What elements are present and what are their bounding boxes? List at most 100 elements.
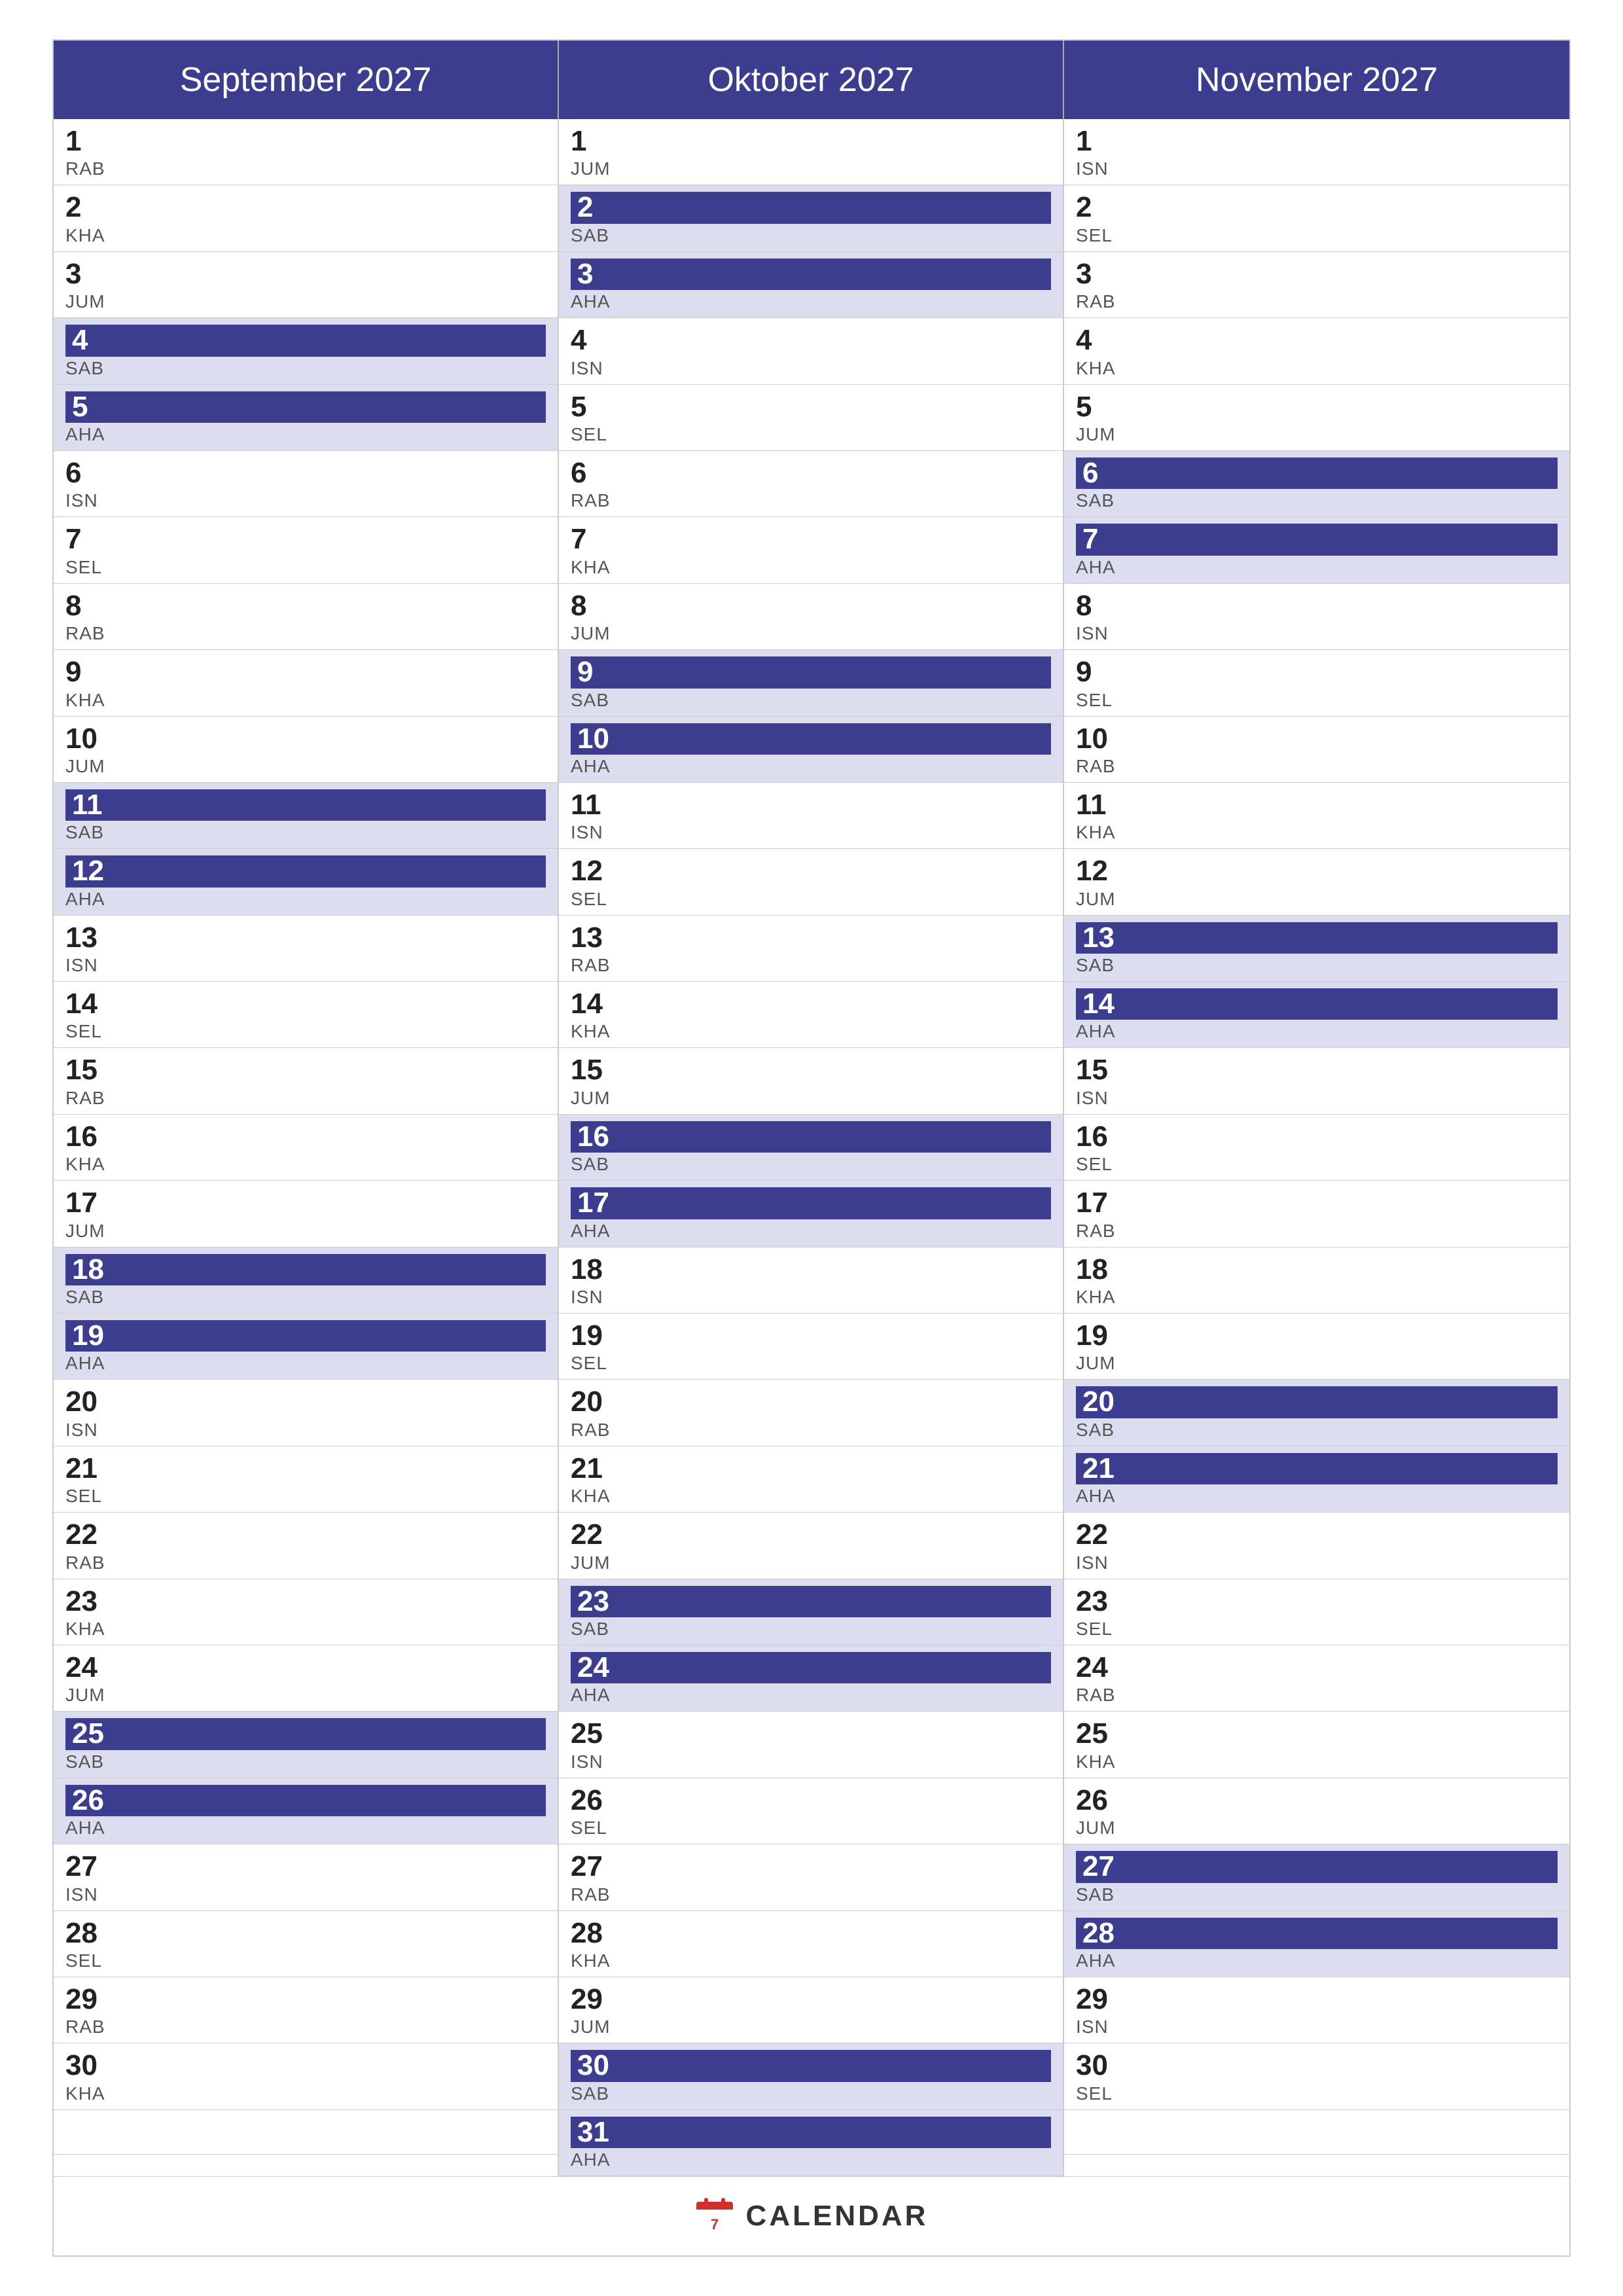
day-number: 14 — [571, 988, 1051, 1020]
day-number: 29 — [571, 1984, 1051, 2015]
day-label: JUM — [571, 1088, 1051, 1109]
day-number: 20 — [1076, 1386, 1558, 1418]
empty-cell — [1064, 2110, 1569, 2155]
day-cell: 28AHA — [1064, 1911, 1569, 1977]
day-label: AHA — [571, 291, 1051, 312]
day-number: 29 — [1076, 1984, 1558, 2015]
day-number: 21 — [571, 1453, 1051, 1484]
day-label: JUM — [571, 1552, 1051, 1573]
day-cell: 29JUM — [559, 1977, 1063, 2043]
day-number: 13 — [65, 922, 546, 954]
day-cell: 8RAB — [54, 584, 558, 650]
day-cell: 22JUM — [559, 1513, 1063, 1579]
day-cell: 11ISN — [559, 783, 1063, 849]
day-number: 19 — [571, 1320, 1051, 1352]
day-cell: 11SAB — [54, 783, 558, 849]
day-number: 29 — [65, 1984, 546, 2015]
day-label: JUM — [1076, 889, 1558, 910]
day-label: RAB — [1076, 1685, 1558, 1706]
day-number: 8 — [571, 590, 1051, 622]
day-number: 23 — [65, 1586, 546, 1617]
month-col-sep: 1RAB2KHA3JUM4SAB5AHA6ISN7SEL8RAB9KHA10JU… — [54, 119, 559, 2176]
day-label: RAB — [65, 1088, 546, 1109]
day-label: SAB — [65, 1751, 546, 1772]
day-label: RAB — [1076, 1221, 1558, 1242]
day-label: SEL — [1076, 690, 1558, 711]
day-cell: 24RAB — [1064, 1645, 1569, 1712]
day-label: RAB — [1076, 756, 1558, 777]
day-label: SAB — [571, 1619, 1051, 1640]
day-number: 17 — [65, 1187, 546, 1219]
day-label: KHA — [571, 1021, 1051, 1042]
day-number: 28 — [1076, 1918, 1558, 1949]
day-number: 27 — [65, 1851, 546, 1882]
day-label: RAB — [65, 1552, 546, 1573]
day-number: 14 — [1076, 988, 1558, 1020]
day-label: ISN — [1076, 158, 1558, 179]
day-cell: 2KHA — [54, 185, 558, 251]
day-label: KHA — [65, 1619, 546, 1640]
day-number: 20 — [571, 1386, 1051, 1418]
day-cell: 29RAB — [54, 1977, 558, 2043]
day-label: KHA — [571, 557, 1051, 578]
day-cell: 9SEL — [1064, 650, 1569, 716]
day-cell: 24JUM — [54, 1645, 558, 1712]
day-number: 7 — [571, 524, 1051, 555]
day-label: SEL — [65, 1486, 546, 1507]
day-label: SEL — [1076, 1619, 1558, 1640]
day-number: 27 — [571, 1851, 1051, 1882]
day-cell: 13ISN — [54, 916, 558, 982]
day-number: 26 — [65, 1785, 546, 1816]
day-cell: 21SEL — [54, 1446, 558, 1513]
day-label: RAB — [571, 1420, 1051, 1441]
day-label: RAB — [571, 1884, 1051, 1905]
day-number: 12 — [571, 855, 1051, 887]
day-cell: 13RAB — [559, 916, 1063, 982]
day-number: 2 — [571, 192, 1051, 223]
day-label: SAB — [571, 690, 1051, 711]
day-label: SAB — [571, 225, 1051, 246]
day-number: 25 — [1076, 1718, 1558, 1749]
day-number: 14 — [65, 988, 546, 1020]
day-cell: 15ISN — [1064, 1048, 1569, 1114]
day-label: ISN — [1076, 1088, 1558, 1109]
day-number: 4 — [65, 325, 546, 356]
day-cell: 3RAB — [1064, 252, 1569, 318]
day-number: 9 — [65, 656, 546, 688]
day-number: 19 — [1076, 1320, 1558, 1352]
day-label: AHA — [65, 1353, 546, 1374]
day-number: 7 — [1076, 524, 1558, 555]
day-label: AHA — [571, 2149, 1051, 2170]
day-number: 22 — [1076, 1519, 1558, 1551]
day-cell: 3JUM — [54, 252, 558, 318]
day-label: KHA — [1076, 358, 1558, 379]
day-number: 10 — [571, 723, 1051, 755]
day-cell: 12AHA — [54, 849, 558, 915]
day-cell: 7KHA — [559, 517, 1063, 583]
day-label: ISN — [571, 1287, 1051, 1308]
day-number: 22 — [65, 1519, 546, 1551]
day-number: 23 — [571, 1586, 1051, 1617]
empty-cell — [54, 2110, 558, 2155]
day-label: SAB — [1076, 1884, 1558, 1905]
day-label: RAB — [65, 623, 546, 644]
day-label: JUM — [65, 291, 546, 312]
day-number: 28 — [571, 1918, 1051, 1949]
day-cell: 21KHA — [559, 1446, 1063, 1513]
day-number: 19 — [65, 1320, 546, 1352]
day-cell: 9SAB — [559, 650, 1063, 716]
day-label: ISN — [571, 358, 1051, 379]
day-number: 20 — [65, 1386, 546, 1418]
day-number: 4 — [1076, 325, 1558, 356]
month-col-oct: 1JUM2SAB3AHA4ISN5SEL6RAB7KHA8JUM9SAB10AH… — [559, 119, 1064, 2176]
day-label: AHA — [65, 1818, 546, 1839]
day-label: SEL — [65, 1950, 546, 1971]
day-cell: 2SAB — [559, 185, 1063, 251]
day-label: AHA — [1076, 1486, 1558, 1507]
day-number: 13 — [571, 922, 1051, 954]
days-grid: 1RAB2KHA3JUM4SAB5AHA6ISN7SEL8RAB9KHA10JU… — [54, 119, 1569, 2176]
day-cell: 28KHA — [559, 1911, 1063, 1977]
logo-area: 7 CALENDAR — [695, 2197, 929, 2236]
day-label: SEL — [65, 1021, 546, 1042]
day-number: 28 — [65, 1918, 546, 1949]
